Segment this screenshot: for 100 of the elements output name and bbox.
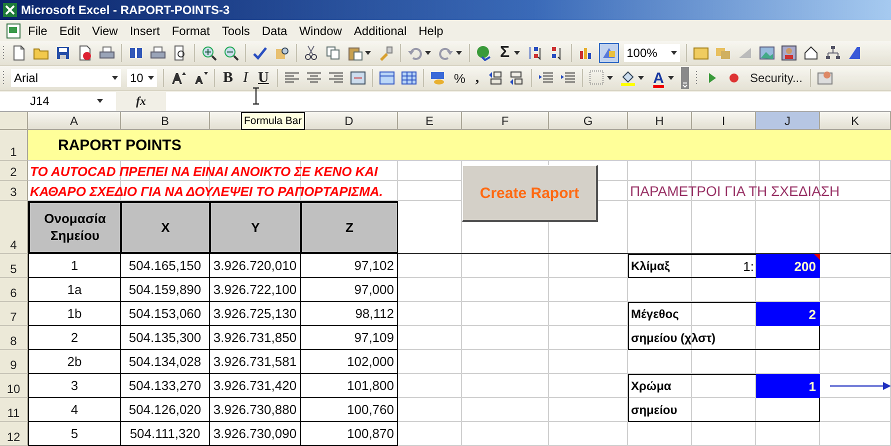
house-icon[interactable] <box>802 45 819 61</box>
caret-icon[interactable] <box>455 49 463 57</box>
row-header[interactable]: 3 <box>0 181 28 201</box>
increase-decimal-icon[interactable] <box>487 70 504 86</box>
column-header[interactable]: J <box>756 112 820 130</box>
caret-icon[interactable] <box>606 74 614 82</box>
caret-icon[interactable] <box>111 74 119 82</box>
menu-item[interactable]: Tools <box>216 22 256 40</box>
caret-icon[interactable] <box>147 74 155 82</box>
table-cell: 504.159,890 <box>121 278 210 302</box>
new-document-icon[interactable] <box>11 45 27 61</box>
formula-input[interactable] <box>166 92 891 110</box>
row-header[interactable]: 11 <box>0 398 28 422</box>
column-header[interactable]: A <box>28 112 121 130</box>
print-icon[interactable] <box>99 45 115 61</box>
grow-font-icon[interactable] <box>170 70 186 86</box>
menu-item[interactable]: Window <box>293 22 348 40</box>
paste-icon[interactable] <box>347 45 363 61</box>
parameter-value[interactable]: 2 <box>756 302 820 326</box>
bold-button[interactable]: B <box>221 68 236 88</box>
format-painter-icon[interactable] <box>378 45 394 61</box>
toolbar-options-icon[interactable] <box>681 67 690 89</box>
menu-item[interactable]: Insert <box>124 22 166 40</box>
column-header[interactable]: F <box>462 112 549 130</box>
autosum-button[interactable]: Σ <box>498 43 512 63</box>
row-header[interactable]: 6 <box>0 278 28 302</box>
column-header[interactable]: K <box>820 112 891 130</box>
menu-item[interactable]: Data <box>256 22 294 40</box>
toolbar-grip-icon[interactable] <box>2 45 5 61</box>
toolbar-grip-icon[interactable] <box>2 70 5 86</box>
comma-style-button[interactable]: , <box>473 68 482 88</box>
copy-icon[interactable] <box>325 45 341 61</box>
zoom-field[interactable]: 100% <box>624 44 680 62</box>
caret-icon[interactable] <box>512 49 521 57</box>
zoom-out-icon[interactable] <box>223 45 239 61</box>
font-color-button[interactable]: A <box>651 68 666 88</box>
print-icon[interactable] <box>150 45 166 61</box>
table-cell: 504.153,060 <box>121 302 210 326</box>
table-cell: 3.926.730,880 <box>210 398 301 422</box>
folder-icon[interactable] <box>692 45 709 61</box>
row-header[interactable]: 10 <box>0 374 28 398</box>
zoom-in-icon[interactable] <box>201 45 217 61</box>
percent-button[interactable]: % <box>452 68 468 88</box>
row-header[interactable]: 8 <box>0 326 28 350</box>
person-card-icon[interactable] <box>780 45 797 61</box>
toolbar-grip-icon[interactable] <box>695 70 698 86</box>
row-header[interactable]: 7 <box>0 302 28 326</box>
underline-button[interactable]: U <box>256 68 271 88</box>
row-header[interactable]: 1 <box>0 130 28 161</box>
table-header-cell: X <box>121 201 210 254</box>
drawing-icon[interactable] <box>600 44 618 62</box>
font-size-field[interactable]: 10 <box>127 69 157 87</box>
font-name-field[interactable]: Arial <box>11 69 121 87</box>
shrink-font-icon[interactable] <box>192 70 208 86</box>
fill-color-icon[interactable] <box>620 70 636 86</box>
picture-icon[interactable] <box>758 45 775 61</box>
caret-icon[interactable] <box>637 74 646 82</box>
table-cell: 97,102 <box>301 254 398 278</box>
caret-icon[interactable] <box>670 49 678 57</box>
column-header[interactable]: G <box>549 112 628 130</box>
workbook-icon[interactable] <box>4 22 22 38</box>
merge-center-icon[interactable] <box>350 70 366 86</box>
sort-ascending-icon[interactable] <box>526 45 543 61</box>
menu-item[interactable]: Format <box>166 22 216 40</box>
decrease-decimal-icon[interactable] <box>509 70 526 86</box>
caret-icon[interactable] <box>364 49 372 57</box>
column-header[interactable]: I <box>692 112 756 130</box>
table-cell: 5 <box>28 422 121 446</box>
menu-item[interactable]: Additional <box>348 22 413 40</box>
italic-button[interactable]: I <box>241 68 250 88</box>
row-header[interactable]: 5 <box>0 254 28 278</box>
name-box[interactable]: J14 <box>0 92 116 110</box>
security-button[interactable]: Security... <box>748 68 804 88</box>
org-chart-icon[interactable] <box>824 45 841 61</box>
menu-item[interactable]: Edit <box>53 22 86 40</box>
row-header[interactable]: 2 <box>0 161 28 181</box>
insert-function-button[interactable]: fx <box>116 92 166 110</box>
table-icon[interactable] <box>378 70 395 86</box>
cut-icon[interactable] <box>303 45 319 61</box>
row-header[interactable]: 9 <box>0 350 28 374</box>
menu-item[interactable]: File <box>22 22 54 40</box>
column-header[interactable]: H <box>628 112 692 130</box>
row-header[interactable]: 12 <box>0 422 28 446</box>
parameter-value[interactable]: 200 <box>756 254 820 278</box>
control-toolbox-icon[interactable] <box>817 70 834 86</box>
column-header[interactable]: B <box>121 112 210 130</box>
grid-icon[interactable] <box>400 70 417 86</box>
caret-icon[interactable] <box>667 74 676 82</box>
column-header[interactable]: E <box>398 112 462 130</box>
parameter-value[interactable]: 1 <box>756 374 820 398</box>
table-cell: 3.926.731,850 <box>210 326 301 350</box>
row-header[interactable]: 4 <box>0 201 28 254</box>
caret-icon[interactable] <box>424 49 432 57</box>
menu-item[interactable]: Help <box>412 22 450 40</box>
spelling-icon[interactable] <box>252 45 268 61</box>
caret-icon[interactable] <box>96 97 104 105</box>
chart-icon[interactable] <box>578 45 594 61</box>
menu-item[interactable]: View <box>86 22 124 40</box>
save-icon[interactable] <box>55 45 71 61</box>
permission-icon[interactable] <box>77 45 93 61</box>
